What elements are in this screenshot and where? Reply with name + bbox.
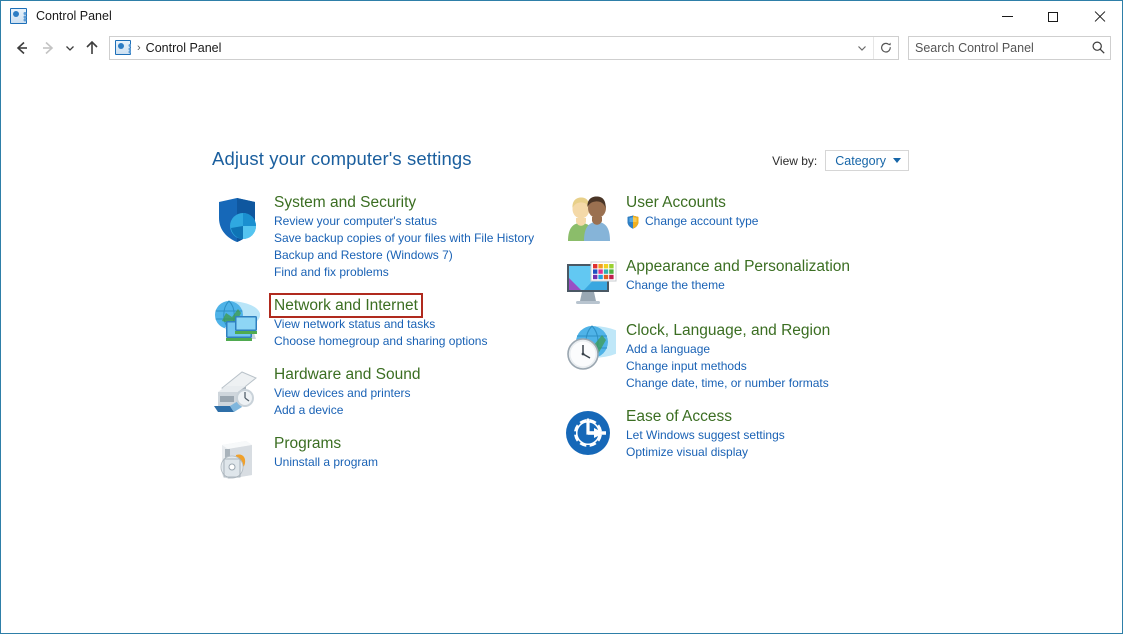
ease-of-access-icon[interactable]	[564, 406, 626, 461]
minimize-button[interactable]	[984, 1, 1030, 32]
category-title-link[interactable]: Clock, Language, and Region	[626, 320, 830, 341]
address-control-panel-icon	[115, 40, 131, 55]
task-label: Change account type	[645, 213, 758, 230]
category-title-link[interactable]: User Accounts	[626, 192, 726, 213]
category-task-link[interactable]: Add a device	[274, 402, 343, 419]
category-task-link[interactable]: Find and fix problems	[274, 264, 389, 281]
category-body: Ease of AccessLet Windows suggest settin…	[626, 406, 964, 461]
category-item: User Accounts Change account type	[564, 192, 964, 242]
page-title: Adjust your computer's settings	[212, 148, 472, 170]
title-bar: Control Panel	[1, 0, 1122, 31]
right-column: User Accounts Change account type	[564, 192, 964, 499]
category-title-link[interactable]: System and Security	[274, 192, 416, 213]
window-controls	[984, 1, 1122, 32]
category-body: Network and InternetView network status …	[274, 295, 564, 350]
category-columns: System and SecurityReview your computer'…	[212, 192, 1102, 499]
category-title-link[interactable]: Hardware and Sound	[274, 364, 421, 385]
category-item: ProgramsUninstall a program	[212, 433, 564, 485]
window-title: Control Panel	[36, 9, 112, 23]
category-item: Ease of AccessLet Windows suggest settin…	[564, 406, 964, 461]
view-by-label: View by:	[772, 154, 817, 168]
refresh-icon[interactable]	[873, 37, 898, 59]
address-history-chevron-icon[interactable]	[851, 37, 873, 59]
category-task-link[interactable]: Change account type	[626, 213, 758, 230]
search-input[interactable]	[909, 40, 1086, 56]
category-body: Appearance and PersonalizationChange the…	[626, 256, 964, 306]
forward-arrow-icon	[35, 35, 61, 61]
category-item: Clock, Language, and RegionAdd a languag…	[564, 320, 964, 392]
heading-row: Adjust your computer's settings	[212, 148, 1098, 170]
category-body: Clock, Language, and RegionAdd a languag…	[626, 320, 964, 392]
category-body: User Accounts Change account type	[626, 192, 964, 242]
control-panel-icon	[10, 8, 27, 24]
category-task-link[interactable]: Change date, time, or number formats	[626, 375, 829, 392]
category-item: Appearance and PersonalizationChange the…	[564, 256, 964, 306]
view-by-value[interactable]: Category	[835, 154, 886, 168]
up-arrow-icon[interactable]	[79, 35, 105, 61]
category-title-link[interactable]: Appearance and Personalization	[626, 256, 850, 277]
network-globe-icon[interactable]	[212, 295, 274, 350]
category-task-link[interactable]: Backup and Restore (Windows 7)	[274, 247, 453, 264]
programs-box-icon[interactable]	[212, 433, 274, 485]
chevron-down-icon[interactable]	[893, 158, 901, 163]
search-icon[interactable]	[1086, 40, 1110, 55]
category-task-link[interactable]: Change the theme	[626, 277, 725, 294]
category-task-link[interactable]: Save backup copies of your files with Fi…	[274, 230, 534, 247]
users-icon[interactable]	[564, 192, 626, 242]
category-body: System and SecurityReview your computer'…	[274, 192, 564, 281]
left-column: System and SecurityReview your computer'…	[212, 192, 564, 499]
back-arrow-icon[interactable]	[9, 35, 35, 61]
recent-pages-chevron-icon[interactable]	[61, 35, 79, 61]
category-title-link[interactable]: Ease of Access	[626, 406, 732, 427]
control-panel-content: Adjust your computer's settings View by:…	[1, 64, 1122, 632]
category-task-link[interactable]: Change input methods	[626, 358, 747, 375]
close-button[interactable]	[1076, 1, 1122, 32]
category-task-link[interactable]: Add a language	[626, 341, 710, 358]
view-by-dropdown[interactable]: Category	[825, 150, 909, 171]
printer-icon[interactable]	[212, 364, 274, 419]
view-by-control: View by: Category	[772, 150, 909, 171]
category-task-link[interactable]: View network status and tasks	[274, 316, 435, 333]
breadcrumb-path[interactable]: Control Panel	[146, 41, 222, 55]
search-box[interactable]	[908, 36, 1111, 60]
category-task-link[interactable]: Choose homegroup and sharing options	[274, 333, 487, 350]
uac-shield-icon	[626, 215, 640, 229]
breadcrumb-separator: ›	[137, 42, 141, 54]
monitor-palette-icon[interactable]	[564, 256, 626, 306]
category-title-link[interactable]: Network and Internet	[271, 295, 421, 316]
category-task-link[interactable]: Uninstall a program	[274, 454, 378, 471]
address-bar[interactable]: › Control Panel	[109, 36, 899, 60]
category-task-link[interactable]: Optimize visual display	[626, 444, 748, 461]
category-task-link[interactable]: Let Windows suggest settings	[626, 427, 785, 444]
clock-globe-icon[interactable]	[564, 320, 626, 392]
category-task-link[interactable]: Review your computer's status	[274, 213, 437, 230]
navigation-bar: › Control Panel	[1, 31, 1122, 64]
category-item: Hardware and SoundView devices and print…	[212, 364, 564, 419]
shield-icon[interactable]	[212, 192, 274, 281]
category-item: System and SecurityReview your computer'…	[212, 192, 564, 281]
category-body: Hardware and SoundView devices and print…	[274, 364, 564, 419]
control-panel-window: Control Panel	[0, 0, 1123, 634]
category-item: Network and InternetView network status …	[212, 295, 564, 350]
category-body: ProgramsUninstall a program	[274, 433, 564, 485]
category-task-link[interactable]: View devices and printers	[274, 385, 411, 402]
maximize-button[interactable]	[1030, 1, 1076, 32]
category-title-link[interactable]: Programs	[274, 433, 341, 454]
